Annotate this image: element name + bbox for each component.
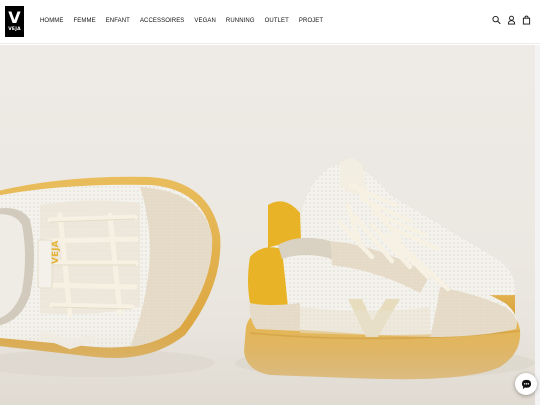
nav-item-femme[interactable]: FEMME bbox=[74, 17, 96, 25]
chat-button[interactable] bbox=[515, 373, 537, 395]
main-navigation: HOMME FEMME ENFANT ACCESSOIRES VEGAN RUN… bbox=[40, 17, 333, 25]
veja-logo[interactable]: V VEJA bbox=[5, 6, 24, 37]
nav-item-vegan[interactable]: VEGAN bbox=[194, 17, 216, 25]
nav-item-homme[interactable]: HOMME bbox=[40, 17, 64, 25]
nav-item-accessoires[interactable]: ACCESSOIRES bbox=[140, 17, 184, 25]
hero-floor-gradient bbox=[0, 325, 535, 405]
nav-item-enfant[interactable]: ENFANT bbox=[106, 17, 130, 25]
header-actions bbox=[492, 15, 531, 25]
page: V VEJA HOMME FEMME ENFANT ACCESSOIRES VE… bbox=[0, 0, 540, 405]
page-scrollbar[interactable] bbox=[535, 45, 540, 405]
account-icon[interactable] bbox=[507, 15, 516, 25]
logo-mark: V bbox=[8, 8, 21, 27]
nav-item-outlet[interactable]: OUTLET bbox=[265, 17, 289, 25]
nav-item-running[interactable]: RUNNING bbox=[226, 17, 255, 25]
chat-icon bbox=[521, 379, 531, 389]
site-header: V VEJA HOMME FEMME ENFANT ACCESSOIRES VE… bbox=[0, 0, 540, 44]
bag-icon[interactable] bbox=[522, 15, 531, 25]
left-shoe-logo: VEJA bbox=[51, 241, 61, 264]
logo-wordmark: VEJA bbox=[8, 27, 21, 32]
nav-item-projet[interactable]: PROJET bbox=[299, 17, 323, 25]
search-icon[interactable] bbox=[492, 15, 501, 25]
hero-banner[interactable]: VEJA bbox=[0, 45, 535, 405]
